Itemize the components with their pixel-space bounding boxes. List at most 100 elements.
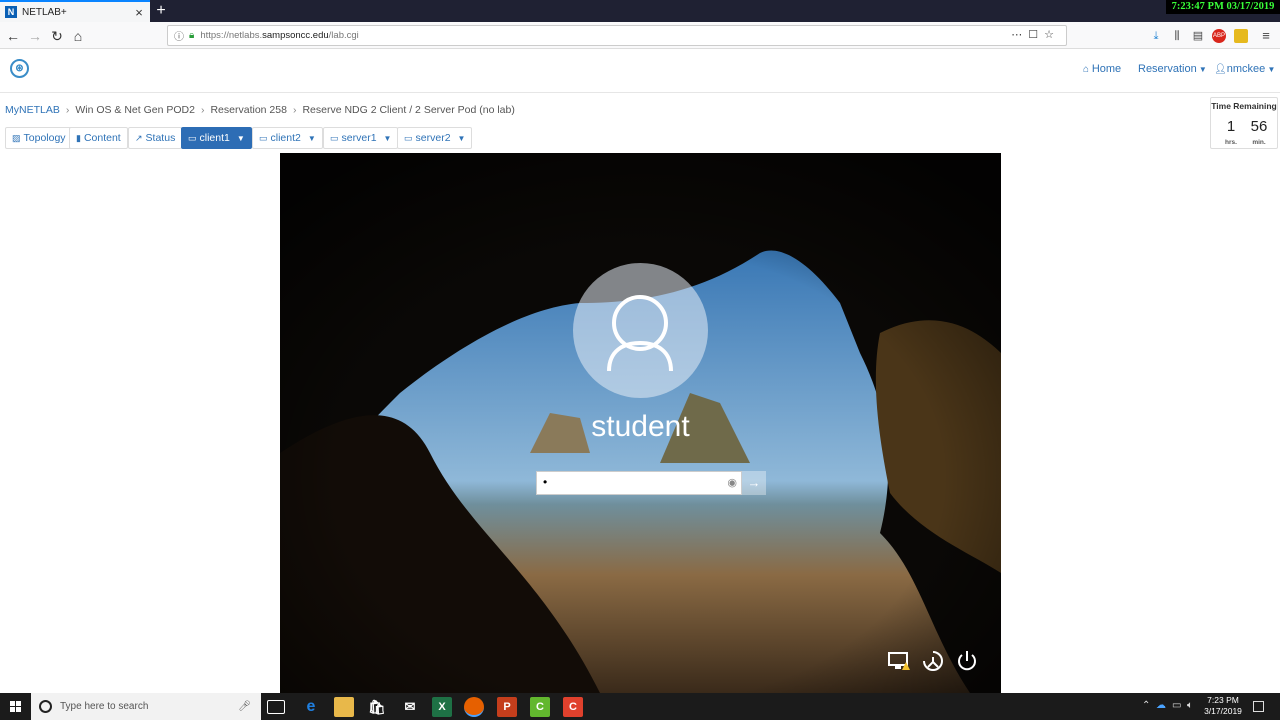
adblock-icon[interactable]: ABP: [1212, 29, 1226, 43]
library-icon[interactable]: ⫼: [1170, 29, 1184, 43]
back-arrow-icon[interactable]: ←: [3, 26, 23, 46]
caret-down-icon: ▼: [457, 134, 466, 143]
cortana-icon: [39, 700, 52, 713]
user-silhouette-icon: [607, 295, 673, 372]
browser-tab-title: NETLAB+: [22, 6, 67, 18]
server2-button[interactable]: ▭ server2 ▼: [397, 127, 473, 149]
user-menu[interactable]: 👤︎nmckee ▼: [1214, 63, 1275, 75]
network-tray-icon[interactable]: ▭: [1172, 700, 1181, 711]
microphone-icon[interactable]: 🎤︎: [238, 701, 251, 712]
topology-button[interactable]: ▨ Topology: [5, 127, 73, 149]
server1-button[interactable]: ▭ server1 ▼: [323, 127, 399, 149]
show-hidden-icons[interactable]: ⌃: [1142, 700, 1150, 711]
page-actions-icon[interactable]: ⋯☐☆: [1011, 28, 1060, 41]
reveal-password-icon[interactable]: ◉: [727, 476, 737, 489]
breadcrumb: MyNETLAB › Win OS & Net Gen POD2 › Reservati…: [5, 104, 515, 116]
book-icon: ▮: [76, 133, 81, 143]
chevron-down-icon: ▼: [1196, 65, 1207, 74]
url-bar[interactable]: ⓘ 🔒︎ https://netlabs.sampsoncc.edu/lab.c…: [167, 25, 1067, 46]
password-value: •: [543, 475, 548, 489]
menu-icon[interactable]: ≡: [1259, 29, 1273, 43]
extension-icon[interactable]: [1234, 29, 1248, 43]
reservation-menu[interactable]: Reservation ▼: [1138, 63, 1207, 75]
image-icon: ▨: [12, 133, 21, 143]
minutes-unit: min.: [1252, 139, 1266, 146]
task-view-icon[interactable]: [267, 700, 285, 714]
url-text: https://netlabs.sampsoncc.edu/lab.cgi: [200, 30, 359, 41]
breadcrumb-reservation[interactable]: Reservation 258: [210, 104, 286, 116]
firefox-icon[interactable]: [464, 697, 484, 717]
caret-down-icon: ▼: [236, 134, 245, 143]
powerpoint-icon[interactable]: P: [497, 697, 517, 717]
power-icon[interactable]: [954, 648, 980, 674]
camtasia-icon[interactable]: C: [530, 697, 550, 717]
time-remaining-panel: Time Remaining 1 56 hrs. min.: [1210, 97, 1278, 149]
new-tab-button[interactable]: +: [153, 1, 169, 21]
reload-icon[interactable]: ↻: [47, 26, 67, 46]
home-link[interactable]: ⌂ Home: [1083, 63, 1121, 75]
laptop-icon: ▭: [330, 133, 339, 143]
file-explorer-icon[interactable]: [334, 697, 354, 717]
edge-icon[interactable]: e: [301, 697, 321, 717]
start-button[interactable]: [0, 693, 31, 720]
browser-nav-bar: ← → ↻ ⌂ ⓘ 🔒︎ https://netlabs.sampsoncc.e…: [0, 22, 1280, 49]
chevron-right-icon: ›: [65, 104, 70, 116]
chevron-right-icon: ›: [292, 104, 297, 116]
client1-button[interactable]: ▭ client1 ▼: [181, 127, 252, 149]
netlab-favicon-icon: N: [5, 6, 17, 18]
download-icon[interactable]: ⤓: [1149, 29, 1163, 43]
chevron-right-icon: ›: [200, 104, 205, 116]
laptop-icon: ▭: [259, 133, 268, 143]
submit-arrow-button[interactable]: →: [742, 471, 766, 495]
search-placeholder: Type here to search: [60, 701, 149, 712]
browser-tab[interactable]: N NETLAB+ ×: [0, 0, 150, 22]
ease-of-access-icon[interactable]: [920, 648, 946, 674]
lock-icon: 🔒︎: [189, 30, 195, 41]
taskbar-search[interactable]: Type here to search 🎤︎: [31, 693, 261, 720]
mail-icon[interactable]: ✉: [400, 697, 420, 717]
home-icon: ⌂: [1083, 64, 1092, 75]
network-icon[interactable]: [886, 648, 912, 674]
password-field[interactable]: • ◉: [536, 471, 742, 495]
store-icon[interactable]: 🛍︎: [367, 697, 387, 717]
close-tab-icon[interactable]: ×: [132, 5, 146, 20]
chevron-down-icon: ▼: [1265, 65, 1276, 74]
caret-down-icon: ▼: [383, 134, 392, 143]
onedrive-icon[interactable]: ☁: [1156, 700, 1166, 711]
info-icon[interactable]: ⓘ: [174, 28, 184, 43]
lockscreen-username: student: [591, 410, 690, 443]
breadcrumb-mynetlab[interactable]: MyNETLAB: [5, 104, 60, 116]
home-icon[interactable]: ⌂: [68, 26, 88, 46]
time-remaining-title: Time Remaining: [1211, 101, 1277, 111]
browser-tab-bar: N NETLAB+ × + 7:23:47 PM 03/17/2019: [0, 0, 1280, 22]
windows-taskbar: Type here to search 🎤︎ e 🛍︎ ✉ X P C C ⌃ …: [0, 693, 1280, 720]
breadcrumb-pod[interactable]: Win OS & Net Gen POD2: [75, 104, 195, 116]
notifications-icon[interactable]: [1253, 701, 1264, 712]
chart-icon: ↗: [135, 133, 143, 143]
client2-button[interactable]: ▭ client2 ▼: [252, 127, 323, 149]
remote-desktop-lockscreen[interactable]: student • ◉ →: [280, 153, 1001, 693]
taskbar-date: 3/17/2019: [1204, 706, 1242, 716]
volume-icon[interactable]: 🔈︎: [1187, 700, 1193, 711]
laptop-icon: ▭: [404, 133, 413, 143]
app-header: ⊛ ⌂ Home Reservation ▼ 👤︎nmckee ▼: [0, 49, 1280, 93]
user-icon: 👤︎: [1214, 64, 1227, 75]
hours-value: 1: [1226, 118, 1236, 135]
status-button[interactable]: ↗ Status: [128, 127, 183, 149]
taskbar-clock[interactable]: 7:23 PM 3/17/2019: [1200, 695, 1246, 717]
netlab-logo-icon[interactable]: ⊛: [10, 59, 29, 78]
caret-down-icon: ▼: [307, 134, 316, 143]
overlay-clock: 7:23:47 PM 03/17/2019: [1166, 0, 1280, 14]
laptop-icon: ▭: [188, 133, 197, 143]
content-button[interactable]: ▮ Content: [69, 127, 128, 149]
minutes-value: 56: [1250, 118, 1268, 135]
hours-unit: hrs.: [1225, 139, 1237, 146]
sidebar-icon[interactable]: ▤: [1191, 29, 1205, 43]
breadcrumb-pod-type: Reserve NDG 2 Client / 2 Server Pod (no …: [302, 104, 515, 116]
user-avatar: [573, 263, 708, 398]
excel-icon[interactable]: X: [432, 697, 452, 717]
taskbar-time: 7:23 PM: [1207, 695, 1239, 705]
forward-arrow-icon[interactable]: →: [25, 26, 45, 46]
windows-logo-icon: [10, 701, 21, 712]
camtasia-recorder-icon[interactable]: C: [563, 697, 583, 717]
